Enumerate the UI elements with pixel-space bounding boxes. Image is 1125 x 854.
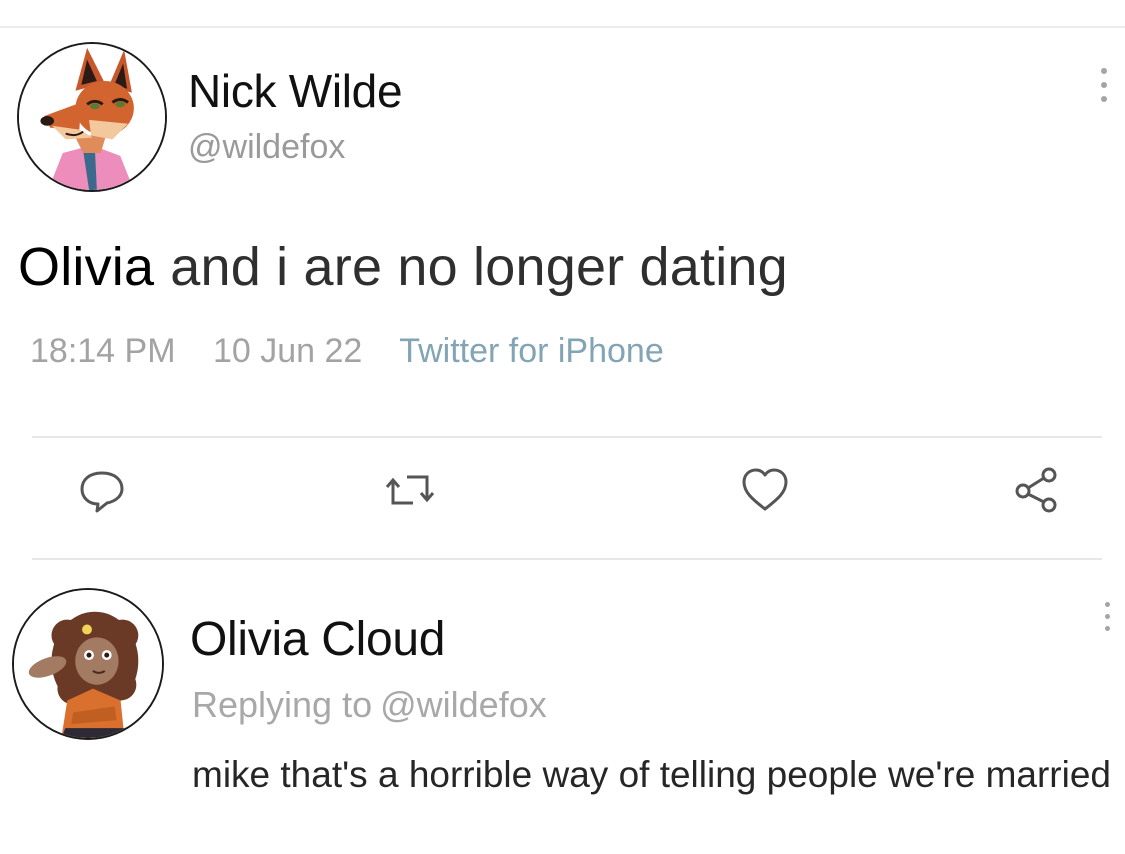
like-button[interactable] [735,460,795,520]
tweet-time: 18:14 PM [30,332,176,370]
tweet-date: 10 Jun 22 [212,332,363,370]
reply-button[interactable] [72,460,132,520]
tweet-text: Olivia and i are no longer dating [18,236,788,298]
share-icon [1015,467,1057,513]
reply-text: mike that's a horrible way of telling pe… [192,754,1112,795]
actions-bottom-divider [32,558,1102,560]
bunny-avatar-icon [14,590,162,738]
like-icon [742,468,788,511]
tweet-text-body: and i are no longer dating [170,237,788,297]
tweet-source[interactable]: Twitter for iPhone [399,332,664,370]
retweet-icon [385,475,435,505]
reply-icon [80,471,124,513]
reply-author-name[interactable]: Olivia Cloud [190,612,445,667]
reply-tweet: Olivia Cloud Replying to @wildefox mike t… [0,574,1125,854]
reply-more-options-icon[interactable] [1097,602,1117,631]
tweet-text-mention: Olivia [18,237,155,297]
fox-avatar-icon [19,44,165,190]
reply-author-avatar[interactable] [12,588,164,740]
retweet-button[interactable] [380,460,440,520]
more-options-icon[interactable] [1094,68,1114,102]
tweet-meta: 18:14 PM 10 Jun 22 Twitter for iPhone [30,332,692,371]
replying-to-handle[interactable]: @wildefox [380,684,547,725]
replying-to-label: Replying to [192,684,373,725]
share-button[interactable] [1006,460,1066,520]
author-handle[interactable]: @wildefox [188,128,345,167]
actions-top-divider [32,436,1102,438]
author-avatar[interactable] [17,42,167,192]
tweet: Nick Wilde @wildefox Olivia and i are no … [0,30,1125,570]
replying-to: Replying to @wildefox [192,684,547,726]
action-bar [0,460,1125,540]
author-name[interactable]: Nick Wilde [188,64,403,118]
top-divider [0,26,1125,28]
